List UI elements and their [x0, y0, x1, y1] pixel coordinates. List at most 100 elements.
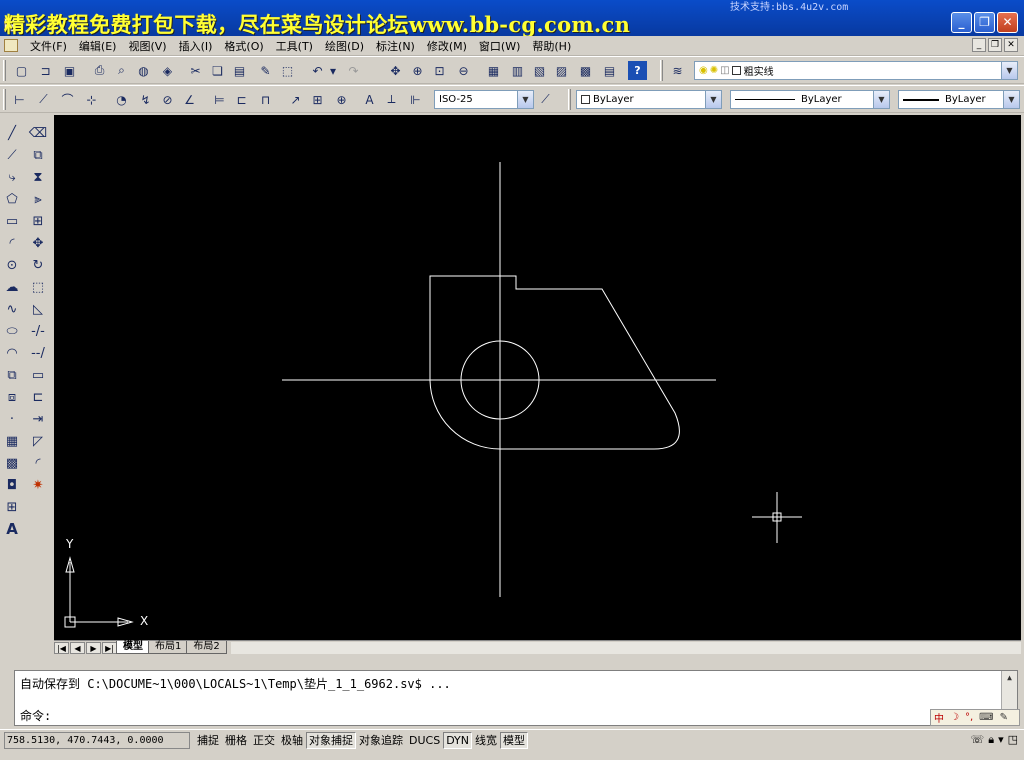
polyline-icon[interactable]: ⤷ [2, 167, 22, 187]
sheet-set-icon[interactable]: ▨ [552, 61, 571, 80]
toggle-polar[interactable]: 极轴 [278, 732, 306, 749]
document-icon[interactable] [4, 39, 18, 52]
dimension-update-icon[interactable]: ⊩ [406, 90, 425, 109]
spline-icon[interactable]: ∿ [2, 299, 22, 319]
ellipse-arc-icon[interactable]: ◠ [2, 343, 22, 363]
undo-icon[interactable]: ↶ [308, 61, 327, 80]
layer-manager-icon[interactable]: ≋ [668, 61, 687, 80]
move-icon[interactable]: ✥ [28, 233, 48, 253]
angular-dimension-icon[interactable]: ∠ [180, 90, 199, 109]
publish-icon[interactable]: ◍ [134, 61, 153, 80]
multiline-text-icon[interactable]: A [2, 519, 22, 539]
toolbar-grip[interactable] [3, 60, 6, 81]
linear-dimension-icon[interactable]: ⊢ [10, 90, 29, 109]
pan-icon[interactable]: ✥ [386, 61, 405, 80]
menu-edit[interactable]: 编辑(E) [73, 38, 123, 54]
ime-chinese-icon[interactable]: 中 [934, 710, 944, 725]
toggle-otrack[interactable]: 对象追踪 [356, 732, 406, 749]
clean-screen-icon[interactable]: ◳ [1008, 733, 1018, 747]
offset-icon[interactable]: ⫸ [28, 189, 48, 209]
chevron-down-icon[interactable]: ▼ [705, 91, 721, 108]
dimension-style-dropdown[interactable]: ISO-25 ▼ [434, 90, 534, 109]
quick-dimension-icon[interactable]: ⊨ [210, 90, 229, 109]
color-dropdown[interactable]: ByLayer ▼ [576, 90, 722, 109]
mirror-icon[interactable]: ⧗ [28, 167, 48, 187]
3d-dwf-icon[interactable]: ◈ [158, 61, 177, 80]
table-icon[interactable]: ⊞ [2, 497, 22, 517]
scale-icon[interactable]: ⬚ [28, 277, 48, 297]
line-icon[interactable]: ╱ [2, 123, 22, 143]
array-icon[interactable]: ⊞ [28, 211, 48, 231]
close-button[interactable]: ✕ [997, 12, 1018, 33]
menu-dimension[interactable]: 标注(N) [370, 38, 421, 54]
toggle-lineweight[interactable]: 线宽 [472, 732, 500, 749]
zoom-window-icon[interactable]: ⊡ [430, 61, 449, 80]
design-center-icon[interactable]: ▥ [508, 61, 527, 80]
hatch-icon[interactable]: ▦ [2, 431, 22, 451]
zoom-realtime-icon[interactable]: ⊕ [408, 61, 427, 80]
toggle-ducs[interactable]: DUCS [406, 732, 443, 749]
diameter-dimension-icon[interactable]: ⊘ [158, 90, 177, 109]
command-window[interactable]: 自动保存到 C:\DOCUME~1\000\LOCALS~1\Temp\垫片_1… [14, 670, 1018, 726]
next-tab-icon[interactable]: ▶ [86, 641, 101, 654]
toggle-snap[interactable]: 捕捉 [194, 732, 222, 749]
chevron-down-icon[interactable]: ▼ [1001, 62, 1017, 79]
communication-center-icon[interactable]: ☏ [970, 733, 984, 747]
chevron-down-icon[interactable]: ▼ [1003, 91, 1019, 108]
break-icon[interactable]: ⊏ [28, 387, 48, 407]
doc-minimize-button[interactable]: _ [972, 38, 986, 52]
menu-tools[interactable]: 工具(T) [270, 38, 319, 54]
toggle-ortho[interactable]: 正交 [250, 732, 278, 749]
ordinate-dimension-icon[interactable]: ⊹ [82, 90, 101, 109]
quick-leader-icon[interactable]: ↗ [286, 90, 305, 109]
linetype-dropdown[interactable]: ByLayer ▼ [730, 90, 890, 109]
dimension-edit-icon[interactable]: A [360, 90, 379, 109]
scroll-up-icon[interactable]: ▲ [1002, 671, 1017, 685]
ime-keyboard-icon[interactable]: ⌨ [979, 712, 993, 723]
prev-tab-icon[interactable]: ◀ [70, 641, 85, 654]
tab-model[interactable]: 模型 [116, 641, 150, 654]
aligned-dimension-icon[interactable]: ⟋ [34, 90, 53, 109]
stretch-icon[interactable]: ◺ [28, 299, 48, 319]
ime-punct-icon[interactable]: °, [965, 712, 973, 723]
open-icon[interactable]: ⊐ [36, 61, 55, 80]
cut-icon[interactable]: ✂ [186, 61, 205, 80]
join-icon[interactable]: ⇥ [28, 409, 48, 429]
calculator-icon[interactable]: ▤ [600, 61, 619, 80]
point-icon[interactable]: · [2, 409, 22, 429]
menu-modify[interactable]: 修改(M) [421, 38, 473, 54]
rectangle-icon[interactable]: ▭ [2, 211, 22, 231]
arc-length-icon[interactable]: ⌒ [58, 90, 77, 109]
help-icon[interactable]: ? [628, 61, 647, 80]
region-icon[interactable]: ◘ [2, 475, 22, 495]
save-icon[interactable]: ▣ [60, 61, 79, 80]
status-menu-icon[interactable]: ▾ [998, 733, 1004, 747]
last-tab-icon[interactable]: ▶| [102, 641, 117, 654]
menu-insert[interactable]: 插入(I) [173, 38, 219, 54]
properties-icon[interactable]: ▦ [484, 61, 503, 80]
chevron-down-icon[interactable]: ▼ [517, 91, 533, 108]
first-tab-icon[interactable]: |◀ [54, 641, 69, 654]
tool-palettes-icon[interactable]: ▧ [530, 61, 549, 80]
continue-dimension-icon[interactable]: ⊓ [256, 90, 275, 109]
print-icon[interactable]: ⎙ [90, 61, 109, 80]
circle-icon[interactable]: ⊙ [2, 255, 22, 275]
ellipse-icon[interactable]: ⬭ [2, 321, 22, 341]
toggle-osnap[interactable]: 对象捕捉 [306, 732, 356, 749]
make-block-icon[interactable]: ⧈ [2, 387, 22, 407]
arc-icon[interactable]: ◜ [2, 233, 22, 253]
copy-object-icon[interactable]: ⧉ [28, 145, 48, 165]
command-prompt[interactable]: 命令: [20, 707, 51, 724]
explode-icon[interactable]: ✷ [28, 475, 48, 495]
tolerance-icon[interactable]: ⊞ [308, 90, 327, 109]
dimension-text-edit-icon[interactable]: ⟂ [382, 90, 401, 109]
paste-icon[interactable]: ▤ [230, 61, 249, 80]
radius-dimension-icon[interactable]: ◔ [112, 90, 131, 109]
ime-menu-icon[interactable]: ✎ [1000, 712, 1008, 723]
horizontal-scrollbar[interactable] [230, 641, 1021, 654]
menu-format[interactable]: 格式(O) [218, 38, 269, 54]
toggle-dyn[interactable]: DYN [443, 732, 473, 749]
trim-icon[interactable]: -/- [28, 321, 48, 341]
toolbar-lock-icon[interactable]: 🔒︎ [988, 733, 994, 747]
toolbar-grip[interactable] [3, 89, 6, 110]
